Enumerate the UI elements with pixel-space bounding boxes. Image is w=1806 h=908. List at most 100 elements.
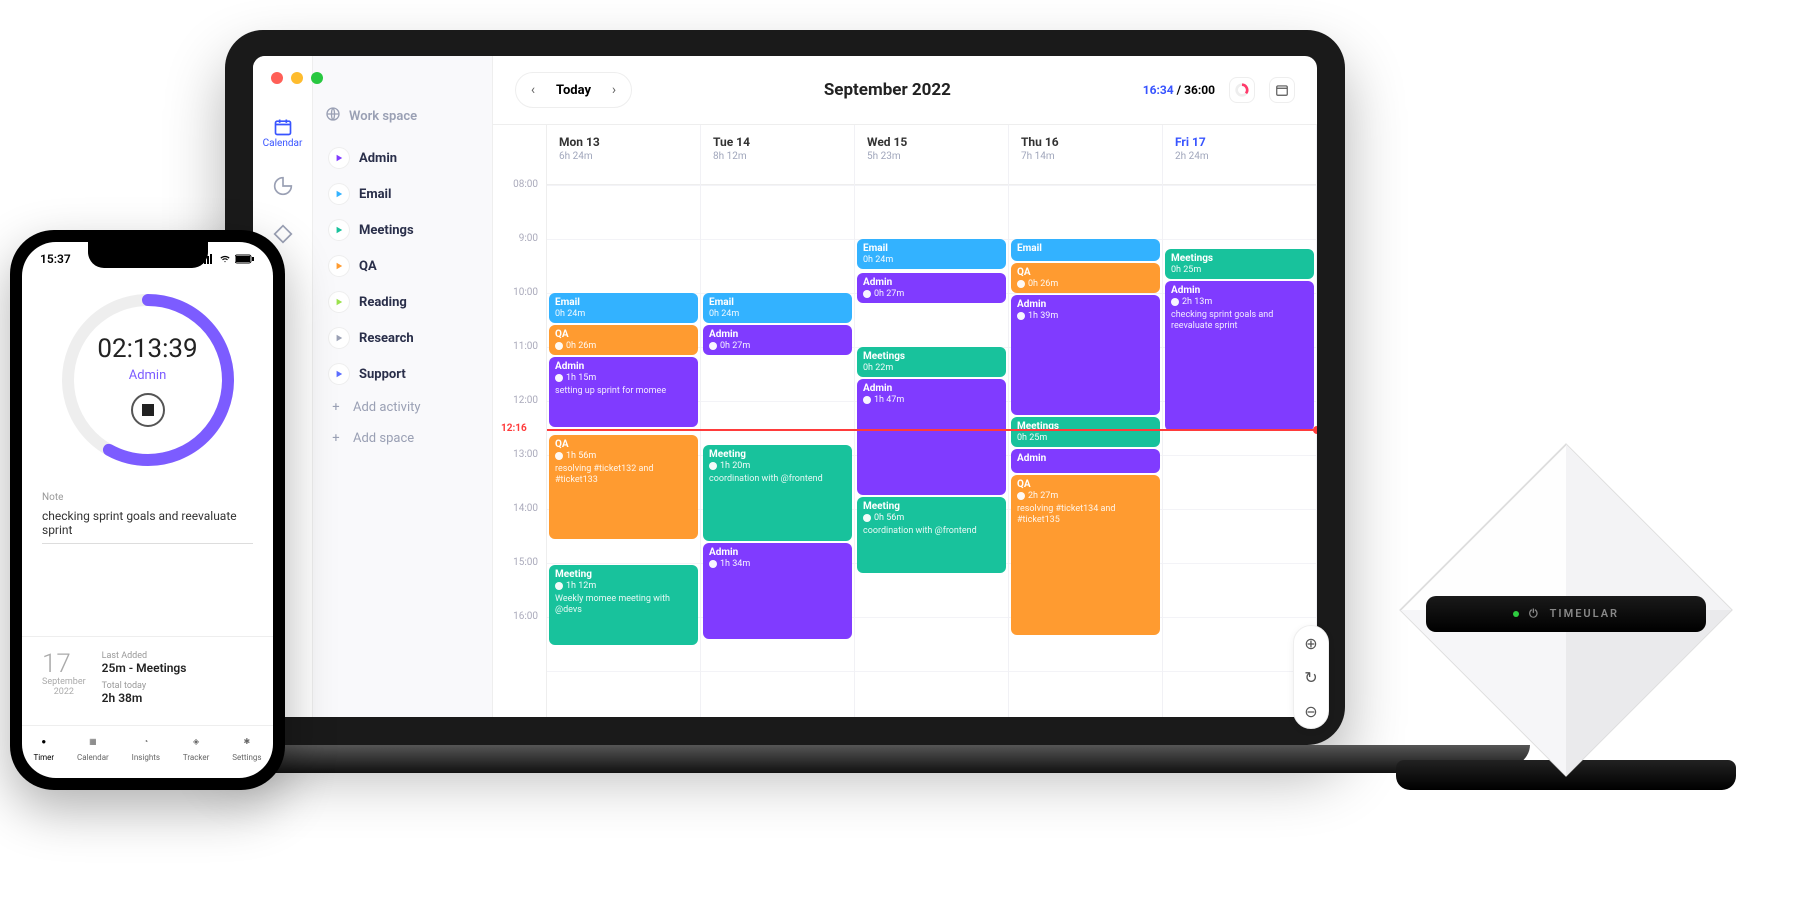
day-body[interactable]: Email0h 24m Admin$0h 27m Meetings0h 22mAdm… (855, 185, 1008, 671)
zoom-reset-button[interactable]: ↻ (1294, 660, 1317, 694)
insights-icon: ◔ (137, 732, 155, 750)
now-time: 12:16 (501, 423, 527, 434)
workspace-header[interactable]: Work space (325, 106, 480, 126)
day-header[interactable]: Thu 167h 14m (1009, 125, 1162, 185)
sidebar-activity-reading[interactable]: Reading (325, 284, 480, 320)
close-icon[interactable] (271, 72, 283, 84)
sidebar-activity-qa[interactable]: QA (325, 248, 480, 284)
app-screen: Calendar Work space Admi (253, 56, 1317, 717)
play-icon (329, 220, 349, 240)
billable-icon: $ (709, 342, 717, 350)
calendar-icon (272, 116, 294, 138)
calendar-event[interactable]: Email (1011, 239, 1160, 261)
calendar-event[interactable]: Admin$2h 13mchecking sprint goals and re… (1165, 281, 1314, 431)
add-space[interactable]: + Add space (325, 423, 480, 454)
play-icon (329, 256, 349, 276)
sidebar-activity-admin[interactable]: Admin (325, 140, 480, 176)
stop-button[interactable] (131, 393, 165, 427)
calendar-main: ‹ Today › September 2022 16:34 / 36:00 (493, 56, 1317, 717)
last-added-value: 25m - Meetings (102, 661, 253, 675)
sidebar: Work space Admin Email Meetings QA Readi… (313, 56, 493, 717)
note-input[interactable]: checking sprint goals and reevaluate spr… (42, 503, 253, 544)
sidebar-activity-email[interactable]: Email (325, 176, 480, 212)
toolbar-right: 16:34 / 36:00 (1143, 77, 1295, 103)
next-button[interactable]: › (601, 77, 627, 103)
add-activity[interactable]: + Add activity (325, 392, 480, 423)
calendar-toggle-icon[interactable] (1269, 77, 1295, 103)
nav-insights[interactable] (272, 175, 294, 197)
day-header[interactable]: Wed 155h 23m (855, 125, 1008, 185)
sidebar-activity-support[interactable]: Support (325, 356, 480, 392)
day-body[interactable]: EmailQA$0h 26mAdmin$1h 39mMeetings0h 25m… (1009, 185, 1162, 671)
calendar-event[interactable]: QA$0h 26m (1011, 263, 1160, 293)
toolbar: ‹ Today › September 2022 16:34 / 36:00 (493, 56, 1317, 125)
sidebar-activity-research[interactable]: Research (325, 320, 480, 356)
calendar-event[interactable]: Meeting$0h 56mcoordination with @fronten… (857, 497, 1006, 573)
billable-icon: $ (863, 396, 871, 404)
calendar-event[interactable]: Meetings0h 25m (1165, 249, 1314, 279)
globe-icon (325, 106, 341, 126)
day-body[interactable]: Email0h 24mAdmin$0h 27m Meeting$1h 20mcoo… (701, 185, 854, 671)
progress-icon[interactable] (1229, 77, 1255, 103)
day-body[interactable]: Meetings0h 25mAdmin$2h 13mchecking sprin… (1163, 185, 1316, 671)
billable-icon: $ (709, 462, 717, 470)
calendar-event[interactable]: Admin$1h 47m (857, 379, 1006, 495)
calendar-event[interactable]: Meetings0h 22m (857, 347, 1006, 377)
calendar-event[interactable]: Email0h 24m (703, 293, 852, 323)
calendar-event[interactable]: Meeting$1h 12mWeekly momee meeting with … (549, 565, 698, 645)
tracker-icon: ◈ (187, 732, 205, 750)
activity-label: Admin (359, 151, 397, 166)
phone-frame: 15:37 02:13:39 Admin Note (10, 230, 285, 790)
day-body[interactable]: Email0h 24mQA$0h 26mAdmin$1h 15msetting … (547, 185, 700, 671)
calendar-event[interactable]: Admin$1h 34m (703, 543, 852, 639)
tab-tracker[interactable]: ◈Tracker (183, 732, 210, 762)
calendar-event[interactable]: QA$1h 56mresolving #ticket132 and #ticke… (549, 435, 698, 539)
calendar-event[interactable]: Admin$1h 15msetting up sprint for momee (549, 357, 698, 427)
zoom-in-button[interactable]: ⊕ (1294, 626, 1317, 660)
sidebar-activity-meetings[interactable]: Meetings (325, 212, 480, 248)
day-column: Mon 136h 24mEmail0h 24mQA$0h 26mAdmin$1h… (547, 125, 701, 717)
month-title: September 2022 (824, 80, 951, 100)
calendar-event[interactable]: Meeting$1h 20mcoordination with @fronten… (703, 445, 852, 541)
day-header[interactable]: Tue 148h 12m (701, 125, 854, 185)
calendar-event[interactable]: Meetings0h 25m (1011, 417, 1160, 447)
now-dot-icon (1313, 426, 1317, 434)
today-button[interactable]: Today (550, 83, 597, 98)
hour-label: 11:00 (493, 341, 546, 395)
phone-screen: 15:37 02:13:39 Admin Note (22, 242, 273, 778)
billable-icon: $ (555, 374, 563, 382)
day-header[interactable]: Mon 136h 24m (547, 125, 700, 185)
stop-icon (142, 404, 154, 416)
prev-button[interactable]: ‹ (520, 77, 546, 103)
timer-activity: Admin (129, 368, 167, 383)
timer-icon: ● (35, 732, 53, 750)
calendar-event[interactable]: Admin$0h 27m (857, 273, 1006, 303)
billable-icon: $ (863, 290, 871, 298)
timer-section: 02:13:39 Admin (22, 266, 273, 478)
laptop-frame: Calendar Work space Admi (225, 30, 1345, 745)
date-nav: ‹ Today › (515, 72, 632, 108)
plus-icon: + (329, 431, 343, 446)
tab-insights[interactable]: ◔Insights (132, 732, 160, 762)
calendar-grid: 08:009:0010:0011:0012:0013:0014:0015:001… (493, 125, 1317, 717)
tab-calendar[interactable]: ▦Calendar (77, 732, 109, 762)
day-column: Thu 167h 14mEmailQA$0h 26mAdmin$1h 39mMe… (1009, 125, 1163, 717)
calendar-event[interactable]: Email0h 24m (549, 293, 698, 323)
minimize-icon[interactable] (291, 72, 303, 84)
calendar-event[interactable]: Email0h 24m (857, 239, 1006, 269)
nav-tracker[interactable] (272, 223, 294, 245)
calendar-event[interactable]: QA$2h 27mresolving #ticket134 and #ticke… (1011, 475, 1160, 635)
activity-label: Research (359, 331, 414, 346)
pie-icon (272, 175, 294, 197)
tab-settings[interactable]: ✱Settings (232, 732, 261, 762)
tab-timer[interactable]: ●Timer (33, 732, 54, 762)
calendar-event[interactable]: Admin (1011, 449, 1160, 473)
maximize-icon[interactable] (311, 72, 323, 84)
wifi-icon (218, 254, 232, 264)
calendar-event[interactable]: Admin$0h 27m (703, 325, 852, 355)
day-header[interactable]: Fri 172h 24m (1163, 125, 1316, 185)
calendar-event[interactable]: QA$0h 26m (549, 325, 698, 355)
zoom-out-button[interactable]: ⊖ (1294, 694, 1317, 717)
calendar-event[interactable]: Admin$1h 39m (1011, 295, 1160, 415)
nav-calendar[interactable]: Calendar (263, 116, 303, 149)
